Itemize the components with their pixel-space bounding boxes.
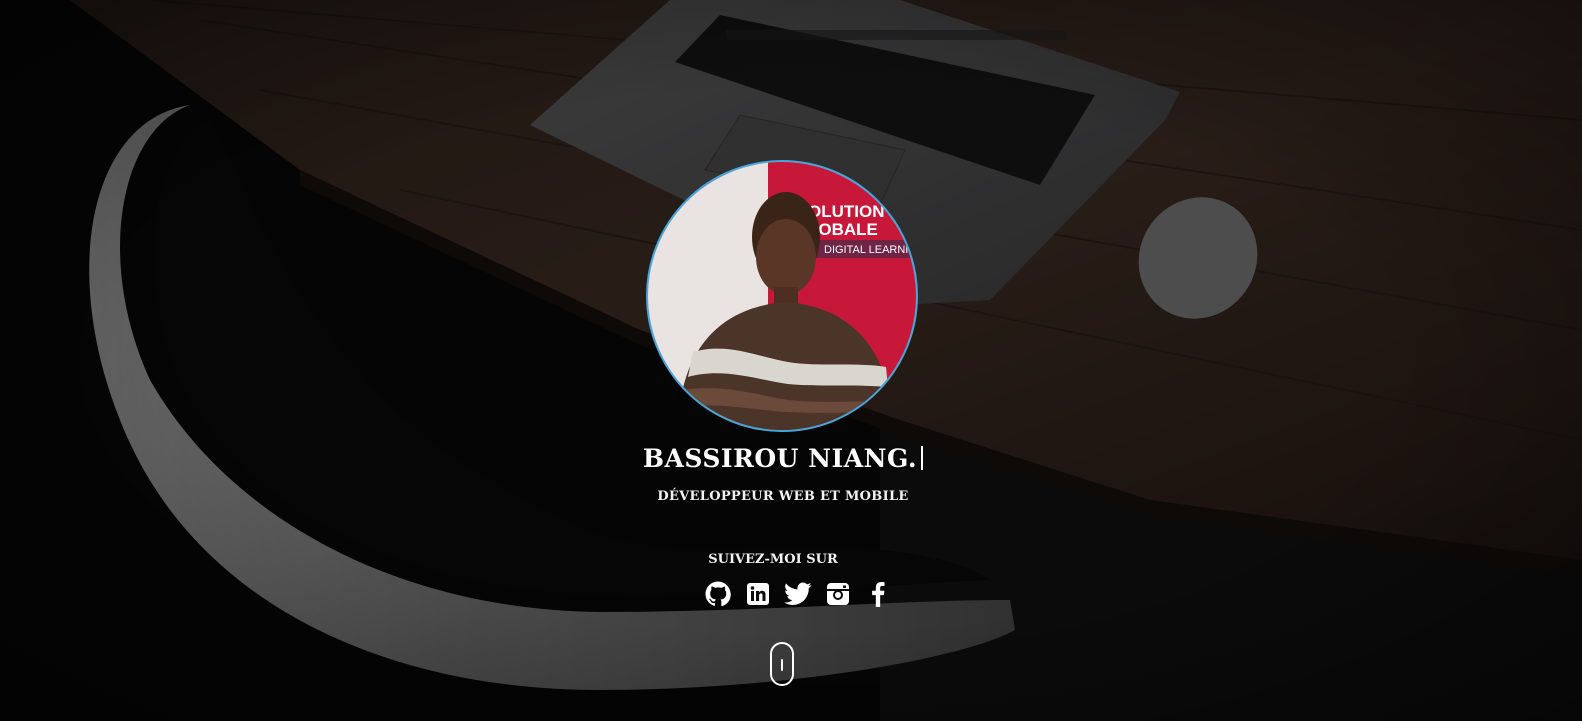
facebook-icon [872, 581, 885, 607]
hero-role: DÉVELOPPEUR WEB ET MOBILE [657, 489, 909, 504]
typing-cursor [921, 446, 924, 470]
github-icon [705, 581, 731, 607]
twitter-link[interactable] [784, 580, 812, 608]
linkedin-icon [747, 583, 769, 605]
facebook-link[interactable] [864, 580, 892, 608]
instagram-icon [827, 583, 849, 605]
twitter-icon [784, 582, 812, 605]
mouse-wheel-icon [781, 659, 783, 671]
linkedin-link[interactable] [744, 580, 772, 608]
profile-avatar: OLUTION LOBALE DIGITAL LEARNING [646, 160, 918, 432]
banner-text-3: DIGITAL LEARNING [824, 244, 918, 256]
social-links [704, 580, 892, 608]
banner-text-1: OLUTION [808, 202, 885, 221]
name-text: BASSIROU NIANG. [642, 444, 918, 473]
hero-section: OLUTION LOBALE DIGITAL LEARNING BASSIROU… [0, 0, 1582, 721]
scroll-down-indicator[interactable] [770, 642, 794, 686]
profile-photo: OLUTION LOBALE DIGITAL LEARNING [648, 162, 918, 430]
follow-label: SUIVEZ-MOI SUR [708, 552, 838, 567]
instagram-link[interactable] [824, 580, 852, 608]
hero-name: BASSIROU NIANG. [0, 444, 1566, 473]
github-link[interactable] [704, 580, 732, 608]
hero-content: OLUTION LOBALE DIGITAL LEARNING BASSIROU… [0, 0, 1582, 721]
